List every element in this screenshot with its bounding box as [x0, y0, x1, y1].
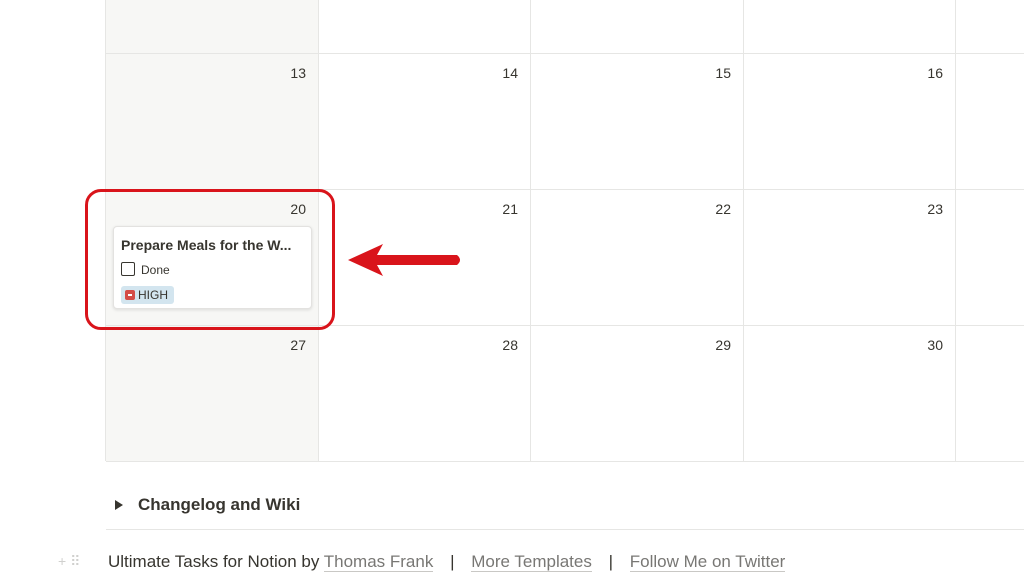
changelog-toggle[interactable]: Changelog and Wiki: [106, 492, 1024, 530]
toggle-triangle-icon[interactable]: [115, 500, 123, 510]
day-number: 16: [927, 65, 943, 81]
calendar-day-cell[interactable]: [956, 190, 1024, 326]
calendar-day-cell[interactable]: 15: [531, 54, 744, 190]
footer-separator: |: [608, 552, 614, 571]
calendar-day-cell[interactable]: [744, 0, 956, 54]
drag-handle-icon[interactable]: + ⠿: [58, 553, 80, 570]
day-number: 15: [715, 65, 731, 81]
calendar-day-cell[interactable]: [106, 0, 319, 54]
calendar-day-cell[interactable]: 28: [319, 326, 531, 462]
calendar-day-cell[interactable]: 22: [531, 190, 744, 326]
calendar-day-cell[interactable]: 29: [531, 326, 744, 462]
calendar-day-cell[interactable]: [956, 326, 1024, 462]
calendar-day-cell[interactable]: [956, 0, 1024, 54]
footer-separator: |: [450, 552, 455, 571]
calendar-day-cell[interactable]: [319, 0, 531, 54]
footer-credits: Ultimate Tasks for Notion by Thomas Fran…: [108, 552, 786, 572]
calendar-day-cell[interactable]: [956, 54, 1024, 190]
day-number: 21: [502, 201, 518, 217]
toggle-label: Changelog and Wiki: [138, 495, 301, 514]
calendar-day-cell[interactable]: 13: [106, 54, 319, 190]
day-number: 14: [502, 65, 518, 81]
footer-prefix: Ultimate Tasks for Notion by: [108, 552, 320, 571]
day-number: 30: [927, 337, 943, 353]
calendar-week: 13 14 15 16: [106, 54, 1024, 190]
left-arrow-icon: [348, 244, 460, 276]
day-number: 28: [502, 337, 518, 353]
day-number: 29: [715, 337, 731, 353]
calendar-week: 27 28 29 30: [106, 326, 1024, 462]
calendar-day-cell[interactable]: 23: [744, 190, 956, 326]
calendar-day-cell[interactable]: 30: [744, 326, 956, 462]
author-link[interactable]: Thomas Frank: [323, 552, 434, 572]
calendar-day-cell[interactable]: [531, 0, 744, 54]
day-number: 22: [715, 201, 731, 217]
calendar-day-cell[interactable]: 27: [106, 326, 319, 462]
calendar-day-cell[interactable]: 16: [744, 54, 956, 190]
more-templates-link[interactable]: More Templates: [471, 552, 592, 572]
day-number: 13: [290, 65, 306, 81]
day-number: 27: [290, 337, 306, 353]
twitter-link[interactable]: Follow Me on Twitter: [629, 552, 786, 572]
highlight-annotation: [85, 189, 335, 330]
day-number: 23: [927, 201, 943, 217]
calendar-week: [106, 0, 1024, 54]
calendar-day-cell[interactable]: 14: [319, 54, 531, 190]
